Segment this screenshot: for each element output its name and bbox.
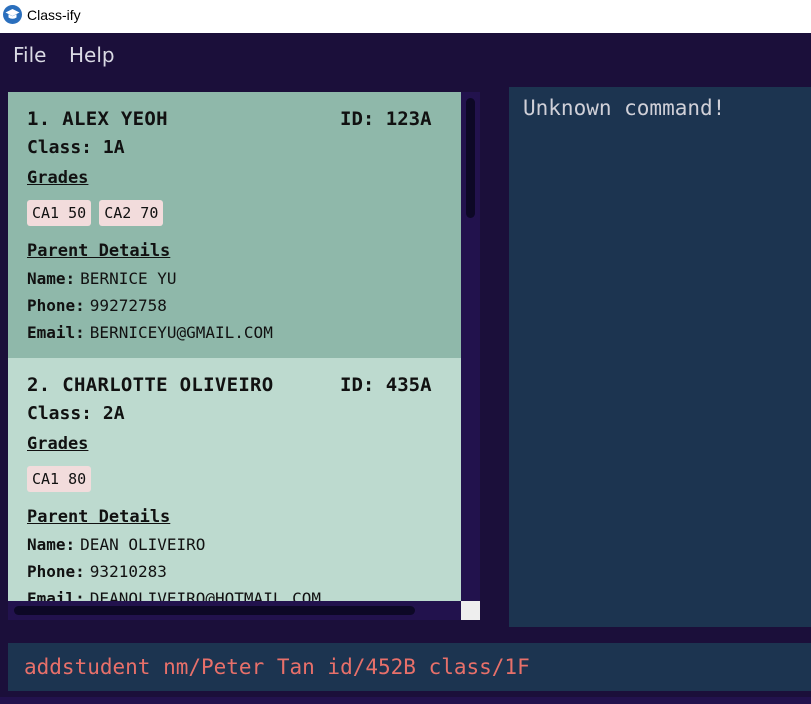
student-id-value: 123A bbox=[385, 108, 432, 130]
graduation-cap-icon bbox=[3, 5, 22, 24]
parent-phone-value: 99272758 bbox=[89, 296, 167, 315]
parent-name-label: Name: bbox=[27, 269, 76, 288]
student-index: 1. bbox=[27, 108, 51, 130]
menu-file[interactable]: File bbox=[13, 43, 46, 67]
parent-details-heading: Parent Details bbox=[27, 241, 171, 261]
parent-email-row: Email: BERNICEYU@GMAIL.COM bbox=[27, 323, 273, 342]
grades-tags: CA1 50 CA2 70 bbox=[27, 200, 164, 226]
grades-heading: Grades bbox=[27, 168, 89, 188]
parent-phone-value: 93210283 bbox=[89, 562, 167, 581]
student-id: ID: 435A bbox=[340, 374, 432, 396]
student-name: 2. CHARLOTTE OLIVEIRO bbox=[27, 374, 274, 396]
grade-tag: CA1 80 bbox=[27, 466, 92, 492]
parent-email-label: Email: bbox=[27, 589, 85, 601]
parent-name-row: Name: BERNICE YU bbox=[27, 269, 177, 288]
student-name-text: ALEX YEOH bbox=[62, 108, 168, 130]
window-title: Class-ify bbox=[27, 7, 81, 23]
parent-name-value: BERNICE YU bbox=[80, 269, 177, 288]
student-card[interactable]: 1. ALEX YEOH ID: 123A Class: 1A Grades C… bbox=[8, 92, 461, 358]
scrollbar-corner bbox=[461, 601, 480, 620]
student-id-value: 435A bbox=[385, 374, 432, 396]
result-display: Unknown command! bbox=[509, 87, 811, 627]
student-class-label: Class: bbox=[27, 403, 93, 424]
parent-phone-row: Phone: 93210283 bbox=[27, 562, 167, 581]
parent-phone-label: Phone: bbox=[27, 296, 85, 315]
student-list: 1. ALEX YEOH ID: 123A Class: 1A Grades C… bbox=[8, 92, 461, 601]
vertical-scroll-thumb[interactable] bbox=[466, 98, 475, 218]
command-input[interactable] bbox=[8, 643, 811, 691]
student-class: Class: 1A bbox=[27, 137, 125, 158]
student-name-text: CHARLOTTE OLIVEIRO bbox=[62, 374, 274, 396]
horizontal-scrollbar[interactable] bbox=[8, 601, 461, 620]
student-id-label: ID: bbox=[340, 108, 375, 130]
parent-email-label: Email: bbox=[27, 323, 85, 342]
grade-tag: CA2 70 bbox=[99, 200, 164, 226]
student-class-value: 2A bbox=[102, 403, 125, 424]
parent-email-value: BERNICEYU@GMAIL.COM bbox=[89, 323, 273, 342]
student-index: 2. bbox=[27, 374, 51, 396]
menu-help[interactable]: Help bbox=[69, 43, 115, 67]
grades-heading: Grades bbox=[27, 434, 89, 454]
student-class: Class: 2A bbox=[27, 403, 125, 424]
horizontal-scroll-thumb[interactable] bbox=[14, 606, 415, 615]
parent-phone-row: Phone: 99272758 bbox=[27, 296, 167, 315]
parent-name-value: DEAN OLIVEIRO bbox=[80, 535, 206, 554]
title-bar: Class-ify bbox=[0, 0, 811, 33]
grade-tag: CA1 50 bbox=[27, 200, 92, 226]
parent-details-heading: Parent Details bbox=[27, 507, 171, 527]
student-name: 1. ALEX YEOH bbox=[27, 108, 168, 130]
parent-email-value: DEANOLIVEIRO@HOTMAIL.COM bbox=[89, 589, 321, 601]
student-class-label: Class: bbox=[27, 137, 93, 158]
student-class-value: 1A bbox=[102, 137, 125, 158]
student-id-label: ID: bbox=[340, 374, 375, 396]
grades-tags: CA1 80 bbox=[27, 466, 92, 492]
menu-bar: File Help bbox=[0, 33, 811, 79]
parent-name-label: Name: bbox=[27, 535, 76, 554]
student-id: ID: 123A bbox=[340, 108, 432, 130]
parent-phone-label: Phone: bbox=[27, 562, 85, 581]
student-card[interactable]: 2. CHARLOTTE OLIVEIRO ID: 435A Class: 2A… bbox=[8, 358, 461, 601]
result-message: Unknown command! bbox=[523, 96, 726, 120]
parent-name-row: Name: DEAN OLIVEIRO bbox=[27, 535, 205, 554]
vertical-scrollbar[interactable] bbox=[461, 92, 480, 601]
command-box bbox=[8, 643, 811, 691]
parent-email-row: Email: DEANOLIVEIRO@HOTMAIL.COM bbox=[27, 589, 321, 601]
student-list-panel: 1. ALEX YEOH ID: 123A Class: 1A Grades C… bbox=[8, 92, 480, 620]
status-strip bbox=[0, 697, 811, 704]
